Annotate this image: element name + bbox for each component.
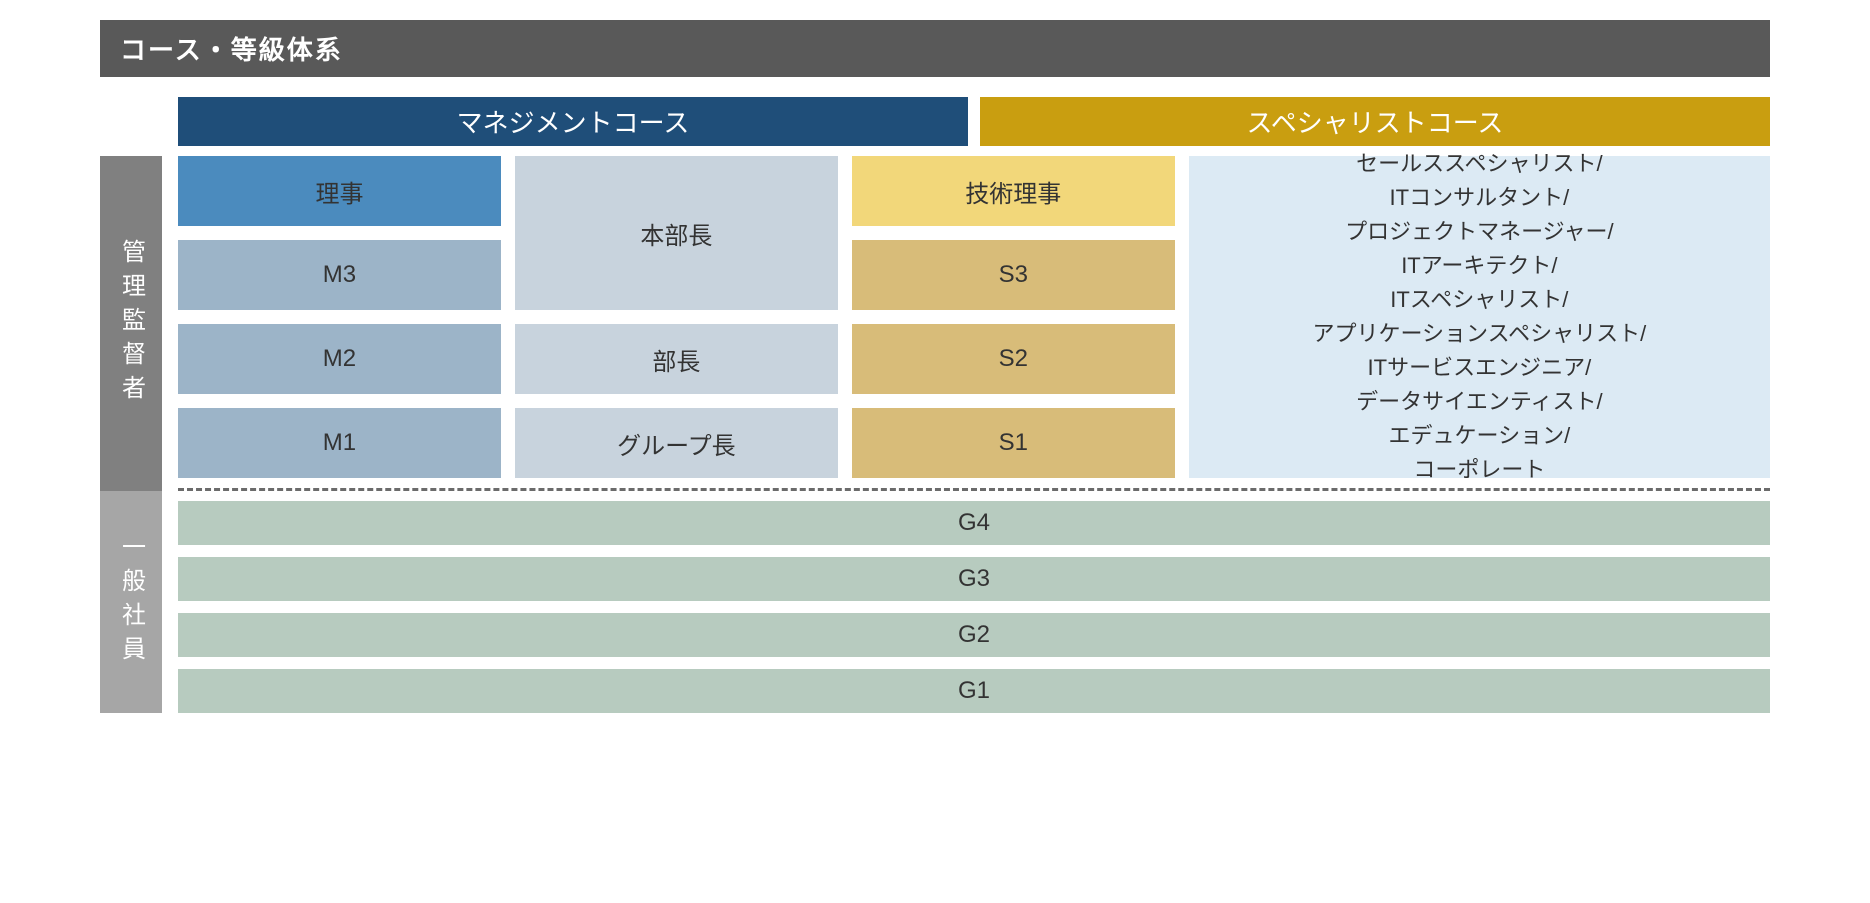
specialist-role-line: ITコンサルタント/	[1390, 181, 1570, 215]
management-course-header: マネジメントコース	[178, 97, 968, 146]
cell-m1: M1	[178, 408, 501, 478]
diagram-container: マネジメントコース スペシャリストコース 管理監督者 理事 本部長 技術理事 セ…	[100, 97, 1770, 713]
specialist-role-line: コーポレート	[1413, 453, 1545, 487]
specialist-course-header: スペシャリストコース	[980, 97, 1770, 146]
course-headers: マネジメントコース スペシャリストコース	[178, 97, 1770, 146]
cell-s2: S2	[852, 324, 1175, 394]
cell-m3: M3	[178, 240, 501, 310]
cell-mgmt-role-2: 部長	[515, 324, 838, 394]
cell-spec-top: 技術理事	[852, 156, 1175, 226]
general-level-row: G3	[178, 557, 1770, 601]
general-level-row: G2	[178, 613, 1770, 657]
specialist-role-line: ITサービスエンジニア/	[1368, 351, 1592, 385]
cell-mgmt-top: 理事	[178, 156, 501, 226]
general-level-row: G4	[178, 501, 1770, 545]
supervisor-side-label: 管理監督者	[100, 156, 162, 491]
cell-s3: S3	[852, 240, 1175, 310]
cell-mgmt-role-3: グループ長	[515, 408, 838, 478]
cell-s1: S1	[852, 408, 1175, 478]
specialist-roles-box: セールススペシャリスト/ITコンサルタント/プロジェクトマネージャー/ITアーキ…	[1189, 156, 1770, 478]
specialist-role-line: データサイエンティスト/	[1356, 385, 1603, 419]
general-grid: G4 G3 G2 G1	[178, 491, 1770, 713]
page-title: コース・等級体系	[100, 20, 1770, 77]
specialist-role-line: プロジェクトマネージャー/	[1345, 215, 1614, 249]
specialist-role-line: ITスペシャリスト/	[1390, 283, 1568, 317]
cell-m2: M2	[178, 324, 501, 394]
specialist-role-line: セールススペシャリスト/	[1356, 147, 1603, 181]
general-level-row: G1	[178, 669, 1770, 713]
cell-mgmt-role-top: 本部長	[515, 156, 838, 310]
general-side-label: 一般社員	[100, 491, 162, 713]
specialist-role-line: エデュケーション/	[1389, 419, 1571, 453]
supervisor-grid: 理事 本部長 技術理事 セールススペシャリスト/ITコンサルタント/プロジェクト…	[178, 156, 1770, 491]
specialist-role-line: ITアーキテクト/	[1401, 249, 1557, 283]
specialist-role-line: アプリケーションスペシャリスト/	[1313, 317, 1647, 351]
